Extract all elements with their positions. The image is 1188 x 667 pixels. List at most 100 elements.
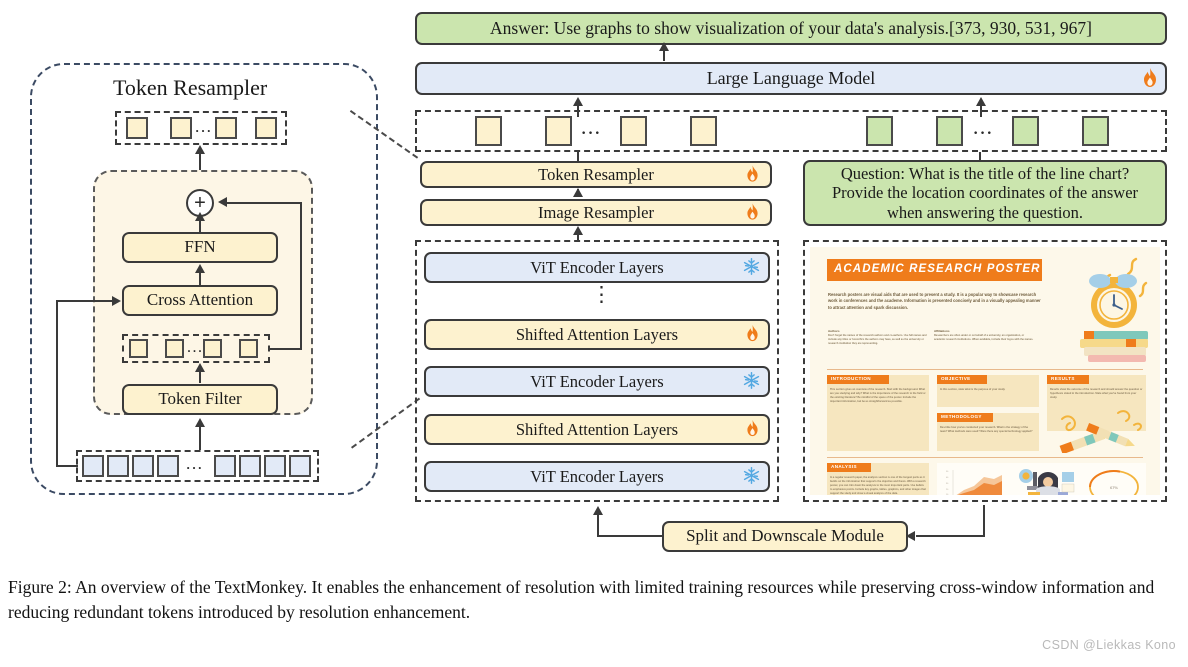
ffn-block[interactable]: FFN [122,232,278,263]
token [132,455,154,477]
pencils-illustration [1059,410,1142,453]
text-token [1082,116,1109,146]
large-language-model-label: Large Language Model [706,67,876,88]
token [126,117,148,139]
poster-section-tag: OBJECTIVE [937,375,987,384]
token [165,339,184,358]
poster-divider [827,369,1143,370]
poster-divider [827,457,1143,458]
poster-section-text: In this section, state what is the purpo… [940,388,1006,391]
connector [226,202,302,205]
token [264,455,286,477]
answer-box: Answer: Use graphs to show visualization… [415,12,1167,45]
shifted-attention-layers-label: Shifted Attention Layers [515,324,679,344]
arrowhead [195,363,205,372]
fire-icon [747,165,758,182]
connector [199,424,202,450]
token [215,117,237,139]
connector [56,465,78,468]
svg-text:10: 10 [946,494,949,495]
poster-authors-text: Don't forget the names of the research a… [828,334,927,345]
snowflake-icon [743,371,760,390]
large-language-model-box[interactable]: Large Language Model [415,62,1167,95]
donut-chart-thumbnail: 67% [1089,470,1139,495]
connector [300,202,303,350]
svg-text:20: 20 [946,489,949,491]
text-token [1012,116,1039,146]
token [239,455,261,477]
ellipsis: ··· [581,125,602,142]
ellipsis: ··· [973,125,994,142]
cross-attention-block[interactable]: Cross Attention [122,285,278,316]
arrowhead [195,264,205,273]
shifted-attention-layers-1[interactable]: Shifted Attention Layers [424,414,770,445]
arrowhead [659,42,669,51]
poster-section-text: In a regular research paper, the analysi… [830,476,926,495]
vit-encoder-layers-label: ViT Encoder Layers [530,371,664,391]
arrowhead [112,296,121,306]
image-resampler-box[interactable]: Image Resampler [420,199,772,226]
area-chart-thumbnail: 504030 2010 ABCD [946,470,1002,495]
clock-and-books-illustration [1080,257,1148,362]
connector [56,300,114,303]
poster-intro-card [827,375,929,451]
vit-encoder-layers-label: ViT Encoder Layers [530,257,664,277]
token-filter-label: Token Filter [158,389,242,409]
arrowhead [195,145,205,154]
ffn-label: FFN [184,237,216,257]
vit-encoder-layers-mid[interactable]: ViT Encoder Layers [424,366,770,397]
poster-section-text: Describe how you've conducted your resea… [940,426,1033,433]
poster-title: ACADEMIC RESEARCH POSTER [834,263,1041,276]
connector [597,514,600,536]
fire-icon [747,420,758,437]
connector [56,300,59,467]
connector [270,348,302,351]
ellipsis: ··· [187,344,204,358]
cross-attention-label: Cross Attention [146,290,254,310]
arrowhead [218,197,227,207]
poster-section-text: Results show the outcome of the research… [1050,388,1143,399]
image-token [620,116,647,146]
token-resampler-panel-title: Token Resampler [113,75,268,100]
vit-encoder-layers-top[interactable]: ViT Encoder Layers [424,252,770,283]
answer-label: Answer: Use graphs to show visualization… [490,18,1092,39]
figure-caption: Figure 2: An overview of the TextMonkey.… [8,577,1155,623]
llm-input-token-strip [415,110,1167,152]
token [107,455,129,477]
arrowhead [573,97,583,106]
split-and-downscale-module[interactable]: Split and Downscale Module [662,521,908,552]
fire-icon [747,203,758,220]
image-token [545,116,572,146]
vertical-ellipsis: ⋮ [591,282,612,306]
ellipsis: ··· [186,460,204,475]
shifted-attention-layers-2[interactable]: Shifted Attention Layers [424,319,770,350]
split-and-downscale-label: Split and Downscale Module [686,526,884,546]
arrowhead [976,97,986,106]
token-resampler-box[interactable]: Token Resampler [420,161,772,188]
svg-text:30: 30 [946,483,949,485]
poster-section-tag: METHODOLOGY [937,413,993,422]
question-label: Question: What is the title of the line … [831,163,1139,222]
image-token [690,116,717,146]
svg-text:50: 50 [946,471,949,473]
connector [597,535,663,538]
poster-section-text: This section gives an overview of the re… [830,388,926,403]
poster-intro-paragraph: Research posters are visual aids that ar… [828,292,1041,310]
shifted-attention-layers-label: Shifted Attention Layers [515,419,679,439]
vit-encoder-layers-bottom[interactable]: ViT Encoder Layers [424,461,770,492]
arrowhead [573,226,583,235]
token [82,455,104,477]
researcher-illustration [1019,469,1075,495]
token [203,339,222,358]
svg-text:40: 40 [946,477,949,479]
token [157,455,179,477]
token [214,455,236,477]
ellipsis: ··· [195,123,213,138]
token-filter-block[interactable]: Token Filter [122,384,278,415]
text-token [936,116,963,146]
connector [979,152,982,162]
token [289,455,311,477]
token [239,339,258,358]
poster-affiliations-text: Researchers are often under or on behalf… [934,334,1034,341]
watermark: CSDN @Liekkas Kono [1042,638,1176,652]
